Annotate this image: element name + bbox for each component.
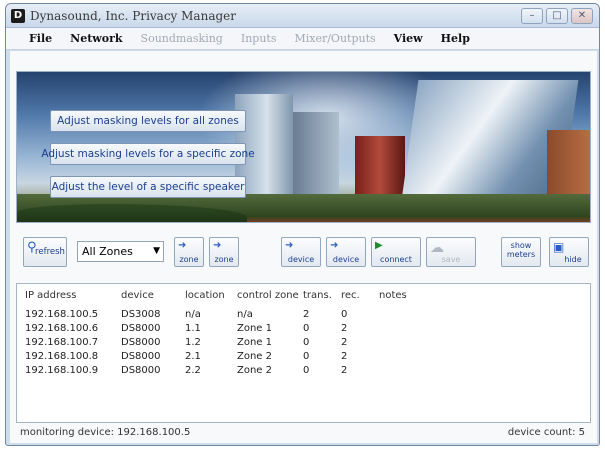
device-cell: DS8000 [121, 365, 161, 376]
menu-mixer-outputs[interactable]: Mixer/Outputs [285, 32, 384, 45]
rec-cell: 0 [341, 309, 348, 320]
add-zone-button[interactable]: ➜ zone [174, 237, 204, 267]
trans-cell: 0 [303, 365, 310, 376]
title-bar[interactable]: D Dynasound, Inc. Privacy Manager – □ ✕ [6, 4, 599, 28]
device-count: device count: 5 [507, 427, 585, 438]
menu-network[interactable]: Network [61, 32, 131, 45]
device-list-header: IP address device location control zone … [17, 290, 590, 304]
control-zone-cell: Zone 1 [237, 337, 272, 348]
location-cell: n/a [185, 309, 201, 320]
menu-bar: File Network Soundmasking Inputs Mixer/O… [6, 28, 599, 50]
ip-cell: 192.168.100.7 [25, 337, 99, 348]
adjust-all-zones-button[interactable]: Adjust masking levels for all zones [50, 110, 246, 132]
location-cell: 1.1 [185, 323, 201, 334]
refresh-label: refresh [35, 247, 65, 257]
location-cell: 2.2 [185, 365, 201, 376]
rec-cell: 2 [341, 337, 348, 348]
menu-file[interactable]: File [20, 32, 61, 45]
device-cell: DS3008 [121, 309, 161, 320]
add-device-label: device [287, 255, 315, 264]
hide-button[interactable]: ▣ hide [549, 237, 589, 267]
ip-cell: 192.168.100.9 [25, 365, 99, 376]
device-list[interactable]: IP address device location control zone … [16, 283, 591, 423]
location-cell: 1.2 [185, 337, 201, 348]
plus-arrow-icon: ➜ [285, 240, 294, 251]
connect-label: connect [380, 255, 412, 264]
rec-cell: 2 [341, 365, 348, 376]
table-row[interactable]: 192.168.100.9 DS8000 2.2 Zone 2 0 2 [17, 365, 590, 379]
minus-arrow-icon: ➜ [330, 240, 339, 251]
control-zone-cell: Zone 2 [237, 351, 272, 362]
maximize-button[interactable]: □ [546, 8, 568, 24]
app-window: D Dynasound, Inc. Privacy Manager – □ ✕ … [5, 3, 600, 446]
control-zone-cell: Zone 2 [237, 365, 272, 376]
location-cell: 2.1 [185, 351, 201, 362]
adjust-speaker-button[interactable]: Adjust the level of a specific speaker [50, 176, 246, 198]
remove-zone-button[interactable]: ➜ zone [209, 237, 239, 267]
zone-select[interactable]: All Zones ▼ [77, 241, 164, 262]
show-meters-label: show meters [506, 241, 536, 259]
app-icon: D [11, 9, 25, 23]
minimize-button[interactable]: – [521, 8, 543, 24]
remove-device-label: device [332, 255, 360, 264]
connect-button[interactable]: ▶ connect [371, 237, 421, 267]
control-zone-cell: n/a [237, 309, 253, 320]
column-header[interactable]: notes [379, 290, 407, 301]
window-icon: ▣ [553, 240, 565, 254]
rec-cell: 2 [341, 351, 348, 362]
table-row[interactable]: 192.168.100.6 DS8000 1.1 Zone 1 0 2 [17, 323, 590, 337]
ip-cell: 192.168.100.8 [25, 351, 99, 362]
table-row[interactable]: 192.168.100.7 DS8000 1.2 Zone 1 0 2 [17, 337, 590, 351]
column-header[interactable]: control zone [237, 290, 299, 301]
trans-cell: 0 [303, 351, 310, 362]
minus-arrow-icon: ➜ [213, 240, 222, 251]
remove-zone-label: zone [214, 255, 234, 264]
chevron-down-icon: ▼ [153, 246, 160, 256]
monitoring-status: monitoring device: 192.168.100.5 [20, 427, 191, 438]
menu-inputs[interactable]: Inputs [232, 32, 286, 45]
ip-cell: 192.168.100.6 [25, 323, 99, 334]
main-panel: Adjust masking levels for all zones Adju… [10, 51, 597, 443]
menu-soundmasking[interactable]: Soundmasking [132, 32, 232, 45]
show-meters-button[interactable]: show meters [501, 237, 541, 267]
trans-cell: 0 [303, 323, 310, 334]
play-icon: ▶ [375, 240, 383, 251]
save-label: save [441, 255, 461, 264]
column-header[interactable]: rec. [341, 290, 360, 301]
cloud-icon: ☁ [430, 240, 444, 256]
column-header[interactable]: location [185, 290, 225, 301]
toolbar: ⚲ refresh All Zones ▼ ➜ zone ➜ zone ➜ de… [10, 237, 597, 269]
table-row[interactable]: 192.168.100.5 DS3008 n/a n/a 2 0 [17, 309, 590, 323]
zone-select-value: All Zones [82, 245, 133, 258]
column-header[interactable]: device [121, 290, 154, 301]
column-header[interactable]: IP address [25, 290, 76, 301]
add-device-button[interactable]: ➜ device [281, 237, 321, 267]
add-zone-label: zone [179, 255, 199, 264]
menu-help[interactable]: Help [432, 32, 479, 45]
trans-cell: 0 [303, 337, 310, 348]
adjust-specific-zone-button[interactable]: Adjust masking levels for a specific zon… [41, 143, 255, 165]
close-button[interactable]: ✕ [571, 8, 593, 24]
refresh-button[interactable]: ⚲ refresh [23, 237, 67, 267]
control-zone-cell: Zone 1 [237, 323, 272, 334]
city-banner-image: Adjust masking levels for all zones Adju… [16, 71, 591, 223]
ip-cell: 192.168.100.5 [25, 309, 99, 320]
table-row[interactable]: 192.168.100.8 DS8000 2.1 Zone 2 0 2 [17, 351, 590, 365]
device-cell: DS8000 [121, 323, 161, 334]
trans-cell: 2 [303, 309, 310, 320]
column-header[interactable]: trans. [303, 290, 332, 301]
menu-view[interactable]: View [385, 32, 432, 45]
save-button[interactable]: ☁ save [426, 237, 476, 267]
remove-device-button[interactable]: ➜ device [326, 237, 366, 267]
hide-label: hide [564, 255, 582, 264]
plus-arrow-icon: ➜ [178, 240, 187, 251]
window-title: Dynasound, Inc. Privacy Manager [30, 9, 236, 23]
device-cell: DS8000 [121, 337, 161, 348]
device-cell: DS8000 [121, 351, 161, 362]
rec-cell: 2 [341, 323, 348, 334]
status-bar: monitoring device: 192.168.100.5 device … [16, 427, 591, 441]
